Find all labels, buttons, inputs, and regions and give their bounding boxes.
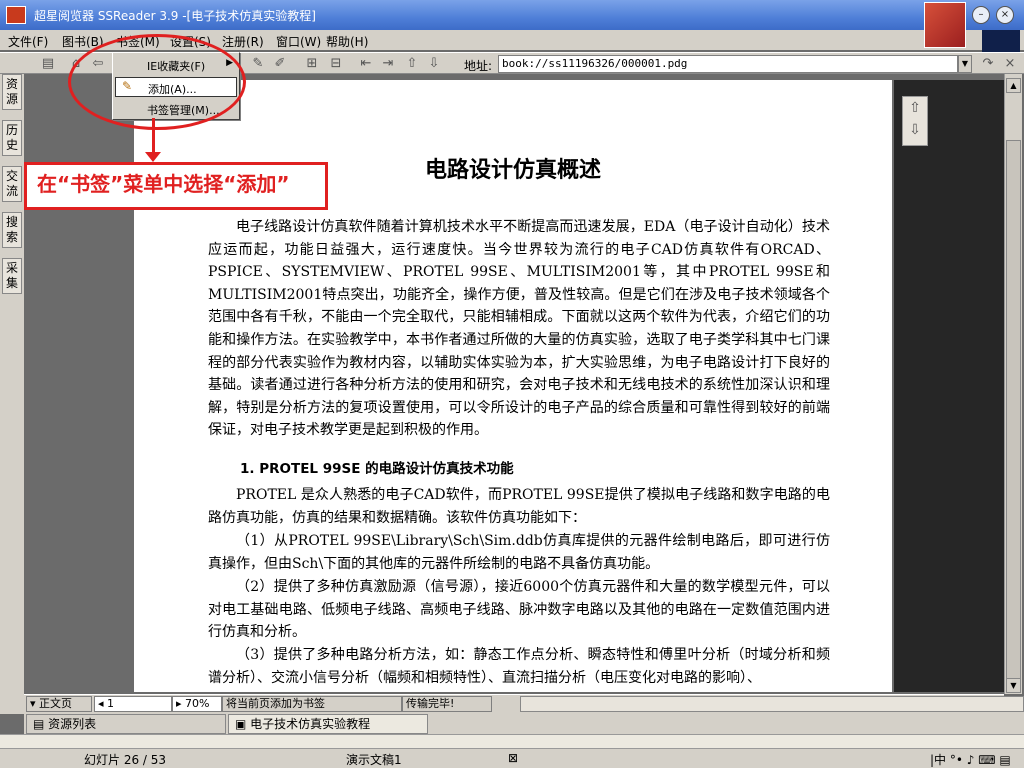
document-status-bar: ▾ 正文页 ◂ 1 ▸ 70% 将当前页添加为书签 传输完毕! xyxy=(24,694,1024,712)
menu-register[interactable]: 注册(R) xyxy=(222,33,264,50)
annotate-icon[interactable]: ✎ xyxy=(250,56,266,72)
scroll-down-icon[interactable]: ▼ xyxy=(1006,678,1021,693)
section-item-3: （3）提供了多种电路分析方法，如：静态工作点分析、瞬态特性和傅里叶分析（时域分析… xyxy=(208,647,830,686)
address-input[interactable]: book://ss11196326/000001.pdg xyxy=(498,55,958,73)
window-title: 超星阅览器 SSReader 3.9 -[电子技术仿真实验教程] xyxy=(34,9,316,23)
intro-paragraph: 电子线路设计仿真软件随着计算机技术水平不断提高而迅速发展，EDA（电子设计自动化… xyxy=(208,219,830,439)
page-margin-area xyxy=(894,80,1004,692)
task-tabs: ▤ 资源列表 ▣ 电子技术仿真实验教程 xyxy=(24,712,1024,734)
sidetab-collect[interactable]: 采集 xyxy=(2,258,22,294)
vertical-scrollbar[interactable]: ▲ ▼ xyxy=(1004,74,1022,694)
sidetab-search[interactable]: 搜索 xyxy=(2,212,22,248)
title-bar: 超星阅览器 SSReader 3.9 -[电子技术仿真实验教程] – × xyxy=(0,0,1024,48)
page-mode-select[interactable]: ▾ 正文页 xyxy=(26,696,92,712)
app-icon xyxy=(6,6,26,24)
sidetab-history[interactable]: 历史 xyxy=(2,120,22,156)
page-up-arrow-icon[interactable]: ⇧ xyxy=(903,97,927,119)
section-intro: PROTEL 是众人熟悉的电子CAD软件，而PROTEL 99SE提供了模拟电子… xyxy=(208,487,830,526)
annotation-arrow-icon xyxy=(145,152,161,162)
page-down-arrow-icon[interactable]: ⇩ xyxy=(903,119,927,141)
menu-file[interactable]: 文件(F) xyxy=(8,33,48,50)
zoom-value: 70% xyxy=(185,697,210,710)
page-view-icon[interactable]: ▤ xyxy=(40,56,56,72)
app-logo-icon xyxy=(924,2,966,48)
page-number-input[interactable]: ◂ 1 xyxy=(94,696,172,712)
menu-window[interactable]: 窗口(W) xyxy=(276,33,321,50)
zoom-in-icon[interactable]: ⊞ xyxy=(304,56,320,72)
scroll-thumb[interactable] xyxy=(1006,140,1021,680)
spellcheck-icon: ⊠ xyxy=(508,751,519,765)
transfer-status: 传输完毕! xyxy=(402,696,492,712)
close-icon[interactable]: × xyxy=(996,6,1014,24)
tab-resource-list[interactable]: ▤ 资源列表 xyxy=(26,714,226,734)
annotation-line xyxy=(152,118,155,156)
zoom-select[interactable]: ▸ 70% xyxy=(172,696,222,712)
section-heading: 1. PROTEL 99SE 的电路设计仿真技术功能 xyxy=(240,461,514,477)
slide-counter: 幻灯片 26 / 53 xyxy=(84,753,167,767)
minimize-icon[interactable]: – xyxy=(972,6,990,24)
annotation-callout: 在“书签”菜单中选择“添加” xyxy=(24,162,328,210)
sidetab-resources[interactable]: 资源 xyxy=(2,74,22,110)
outer-status-bar: 幻灯片 26 / 53 演示文稿1 ⊠ |中 °• ♪ ⌨ ▤ xyxy=(0,748,1024,768)
tab-book[interactable]: ▣ 电子技术仿真实验教程 xyxy=(228,714,428,734)
section-item-2: （2）提供了多种仿真激励源（信号源），接近6000个仿真元器件和大量的数学模型元… xyxy=(208,579,830,641)
scroll-up-icon[interactable]: ▲ xyxy=(1006,78,1021,93)
zoom-fit-icon[interactable]: ⊟ xyxy=(328,56,344,72)
sidetab-exchange[interactable]: 交流 xyxy=(2,166,22,202)
tab-label: 资源列表 xyxy=(48,717,97,731)
network-logo-icon xyxy=(982,30,1020,52)
address-label: 地址: xyxy=(464,59,493,73)
side-tabs: 资源 历史 交流 搜索 采集 xyxy=(0,74,24,714)
horizontal-scrollbar[interactable] xyxy=(520,696,1024,712)
highlight-icon[interactable]: ✐ xyxy=(272,56,288,72)
page-down-icon[interactable]: ⇩ xyxy=(426,56,442,72)
address-dropdown-icon[interactable]: ▼ xyxy=(958,55,972,73)
close-tab-icon[interactable]: × xyxy=(1002,56,1018,72)
presentation-name: 演示文稿1 xyxy=(346,753,402,767)
first-page-icon[interactable]: ⇤ xyxy=(358,56,374,72)
ime-toolbar-icon[interactable]: |中 °• ♪ ⌨ ▤ xyxy=(930,751,1011,768)
menu-help[interactable]: 帮助(H) xyxy=(326,33,368,50)
page-mode-value: 正文页 xyxy=(39,697,73,710)
tab-label: 电子技术仿真实验教程 xyxy=(250,717,371,731)
go-icon[interactable]: ↷ xyxy=(980,56,996,72)
outer-app-band xyxy=(0,734,1024,748)
section-item-1: （1）从PROTEL 99SE\Library\Sch\Sim.ddb仿真库提供… xyxy=(208,533,830,572)
page-up-icon[interactable]: ⇧ xyxy=(404,56,420,72)
last-page-icon[interactable]: ⇥ xyxy=(380,56,396,72)
page-number-value: 1 xyxy=(107,697,115,710)
page-navigator: ⇧ ⇩ xyxy=(902,96,928,146)
status-hint: 将当前页添加为书签 xyxy=(222,696,402,712)
annotation-ellipse xyxy=(68,34,246,130)
